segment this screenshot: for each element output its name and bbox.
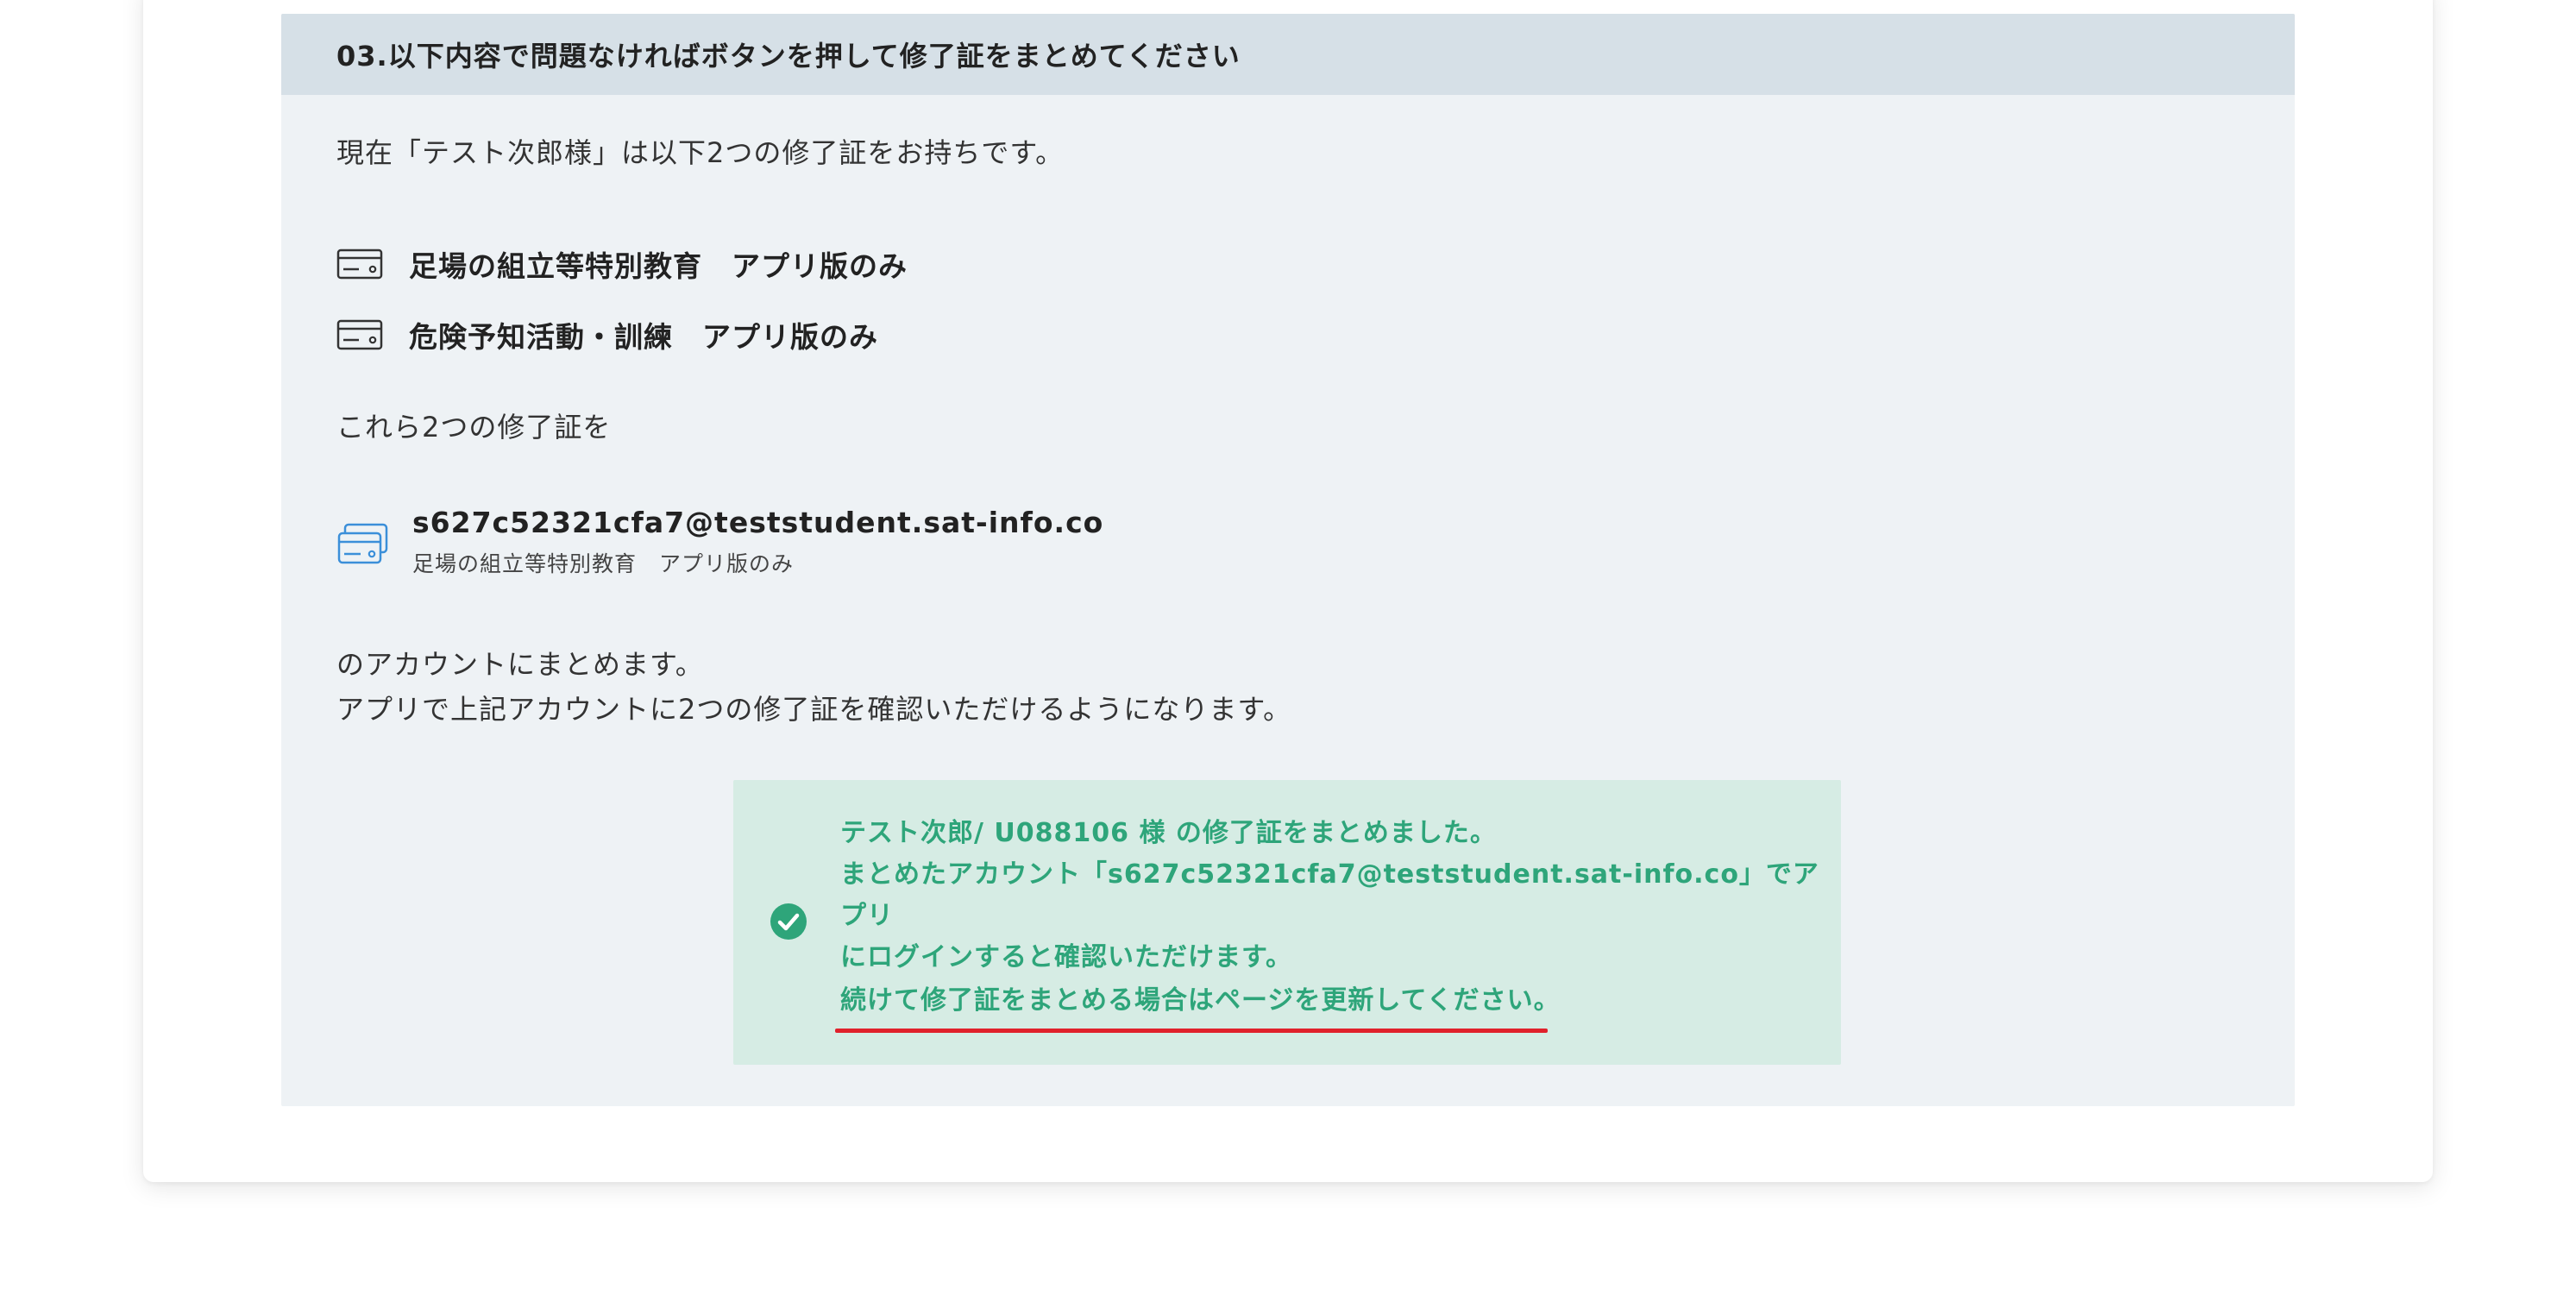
account-email: s627c52321cfa7@teststudent.sat-info.co xyxy=(412,506,1104,539)
merge-line: アプリで上記アカウントに2つの修了証を確認いただけるようになります。 xyxy=(336,693,1292,726)
target-account: s627c52321cfa7@teststudent.sat-info.co 足… xyxy=(336,506,1103,578)
certificate-item: 足場の組立等特別教育 アプリ版のみ xyxy=(336,243,908,285)
these-certificates-text: これら2つの修了証を xyxy=(336,411,612,444)
success-message-box: テスト次郎/ U088106 様 の修了証をまとめました。 まとめたアカウント「… xyxy=(733,780,1841,1065)
certificate-label: 危険予知活動・訓練 アプリ版のみ xyxy=(409,320,878,354)
merge-description: のアカウントにまとめます。 アプリで上記アカウントに2つの修了証を確認いただける… xyxy=(336,642,1291,732)
merge-line: のアカウントにまとめます。 xyxy=(336,648,704,681)
merge-confirm-section: 03.以下内容で問題なければボタンを押して修了証をまとめてください 現在「テスト… xyxy=(281,14,2295,1106)
check-circle-icon xyxy=(770,903,807,940)
intro-text: 現在「テスト次郎様」は以下2つの修了証をお持ちです。 xyxy=(336,136,1065,169)
certificate-item: 危険予知活動・訓練 アプリ版のみ xyxy=(336,314,878,355)
card-icon xyxy=(336,249,383,280)
refresh-note: 続けて修了証をまとめる場合はページを更新してください。 xyxy=(840,985,1561,1016)
red-underline-annotation xyxy=(835,1029,1548,1033)
success-line: にログインすると確認いただけます。 xyxy=(840,942,1292,972)
success-message: テスト次郎/ U088106 様 の修了証をまとめました。 まとめたアカウント「… xyxy=(840,813,1824,978)
card-icon xyxy=(336,319,383,350)
certificate-label: 足場の組立等特別教育 アプリ版のみ xyxy=(409,249,908,283)
cards-stack-icon xyxy=(337,523,388,564)
section-header: 03.以下内容で問題なければボタンを押して修了証をまとめてください xyxy=(281,14,2295,95)
success-line: まとめたアカウント「s627c52321cfa7@teststudent.sat… xyxy=(840,859,1819,931)
success-line: テスト次郎/ U088106 様 の修了証をまとめました。 xyxy=(840,818,1497,848)
account-certificate: 足場の組立等特別教育 アプリ版のみ xyxy=(412,551,795,576)
